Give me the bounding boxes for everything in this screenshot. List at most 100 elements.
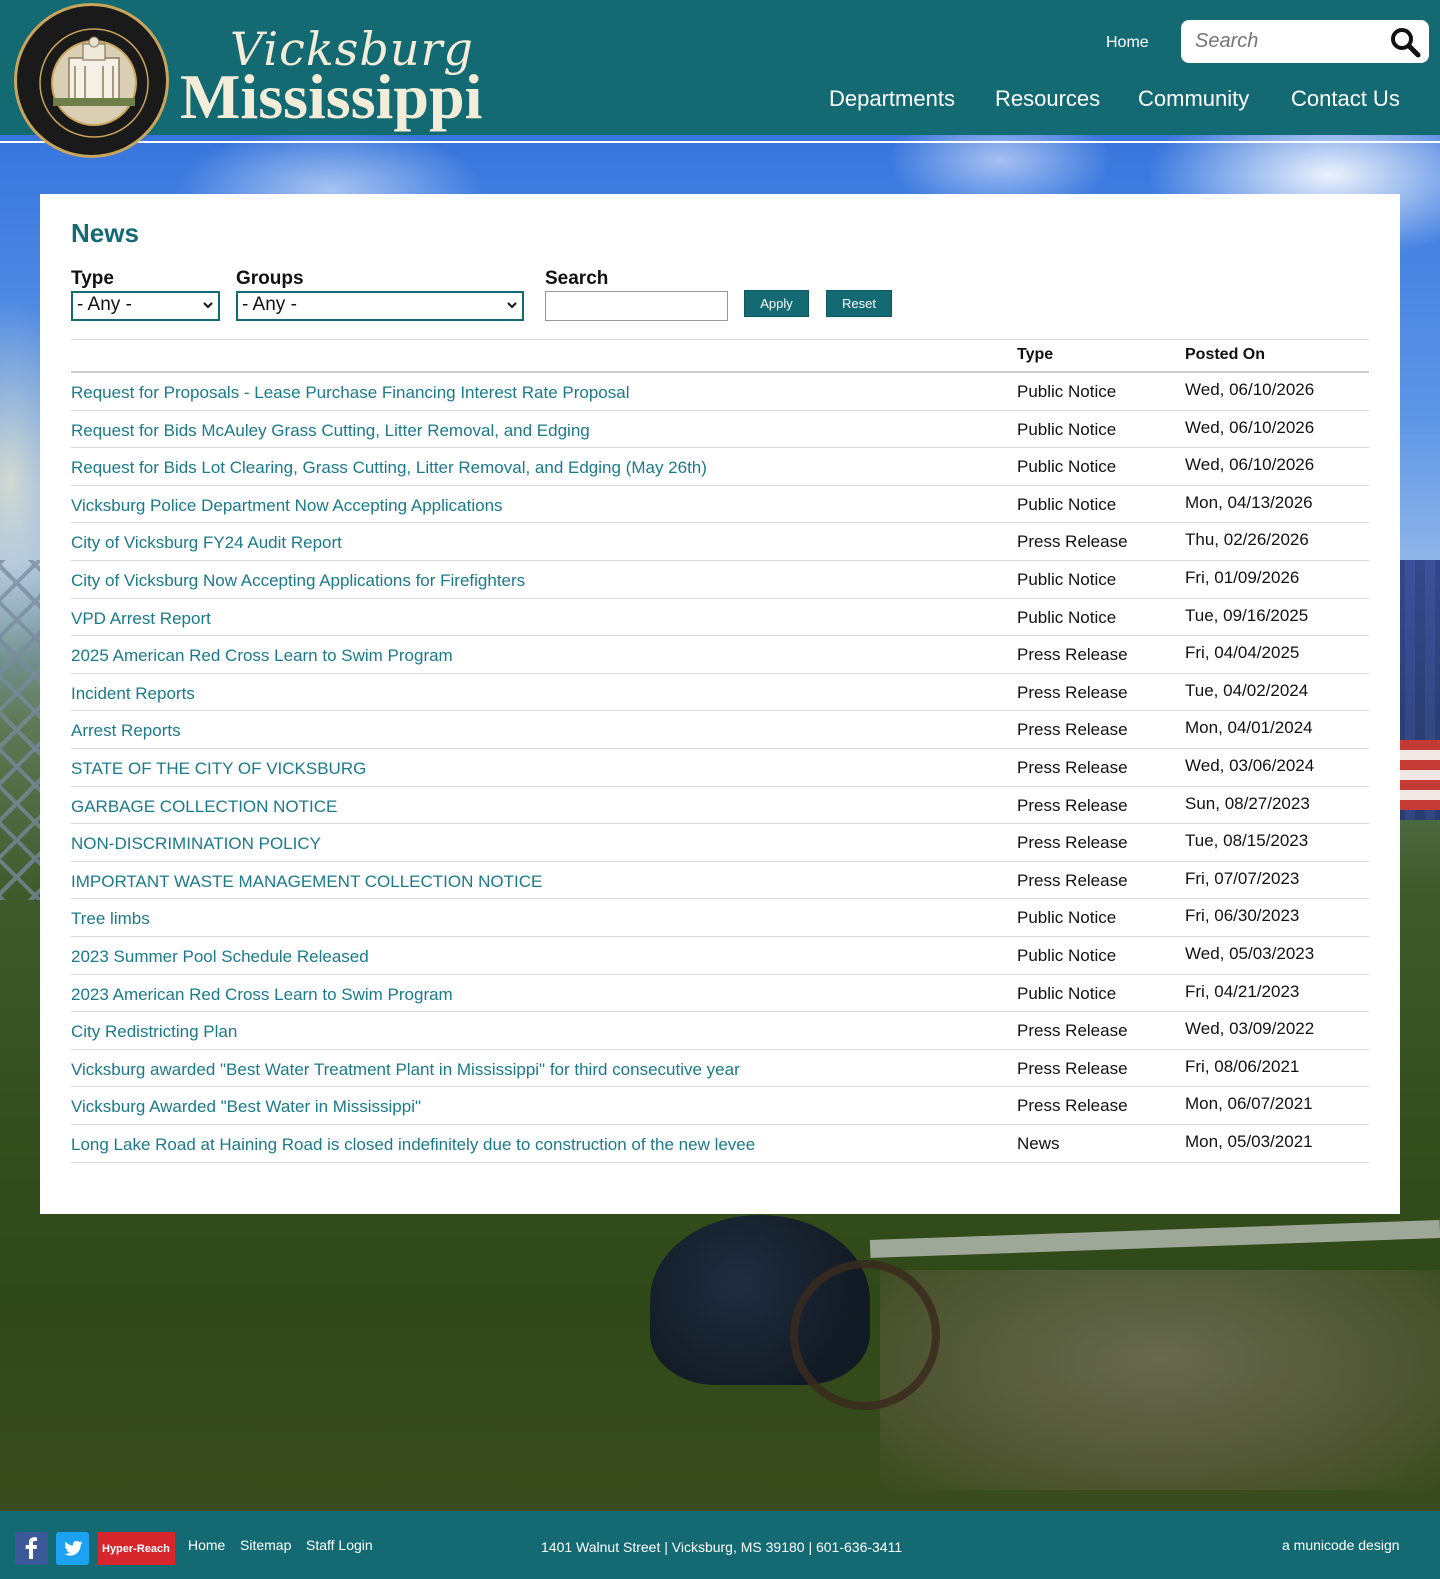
news-title-link[interactable]: 2023 Summer Pool Schedule Released — [71, 947, 369, 967]
table-top-divider — [71, 339, 1369, 340]
table-row: Tree limbs Public Notice Fri, 06/30/2023 — [71, 899, 1369, 937]
groups-filter-label: Groups — [236, 268, 304, 289]
news-title-link[interactable]: City Redistricting Plan — [71, 1022, 237, 1042]
nav-community[interactable]: Community — [1138, 86, 1249, 112]
news-title-link[interactable]: Incident Reports — [71, 684, 195, 704]
news-title-link[interactable]: Vicksburg Awarded "Best Water in Mississ… — [71, 1097, 421, 1117]
news-posted-date: Wed, 05/03/2023 — [1185, 944, 1315, 963]
news-type: Public Notice — [1017, 607, 1117, 627]
news-title-link[interactable]: NON-DISCRIMINATION POLICY — [71, 834, 321, 854]
table-row: IMPORTANT WASTE MANAGEMENT COLLECTION NO… — [71, 862, 1369, 900]
news-posted-date: Wed, 03/06/2024 — [1185, 756, 1315, 775]
facebook-icon[interactable] — [15, 1532, 48, 1565]
search-icon[interactable] — [1389, 26, 1421, 58]
news-title-link[interactable]: City of Vicksburg Now Accepting Applicat… — [71, 571, 525, 591]
logo-main-text[interactable]: Mississippi — [180, 60, 482, 134]
table-row: Long Lake Road at Haining Road is closed… — [71, 1125, 1369, 1163]
site-footer: Hyper-Reach Home Sitemap Staff Login 140… — [0, 1511, 1440, 1579]
news-title-link[interactable]: 2025 American Red Cross Learn to Swim Pr… — [71, 646, 453, 666]
twitter-icon[interactable] — [56, 1532, 89, 1565]
city-seal-logo[interactable] — [14, 3, 169, 158]
news-posted-date: Wed, 06/10/2026 — [1185, 417, 1315, 437]
nav-resources[interactable]: Resources — [995, 86, 1100, 112]
groups-select[interactable]: - Any - — [236, 291, 524, 321]
footer-credit-link[interactable]: a municode design — [1282, 1537, 1400, 1553]
table-row: Request for Bids McAuley Grass Cutting, … — [71, 411, 1369, 449]
news-title-link[interactable]: GARBAGE COLLECTION NOTICE — [71, 797, 337, 817]
site-header: Vicksburg Mississippi Home Departments R… — [0, 0, 1440, 135]
table-row: Vicksburg Police Department Now Acceptin… — [71, 486, 1369, 524]
news-type: Press Release — [1017, 833, 1128, 853]
news-title-link[interactable]: Arrest Reports — [71, 721, 181, 741]
footer-home-link[interactable]: Home — [188, 1537, 225, 1553]
news-posted-date: Fri, 04/04/2025 — [1185, 643, 1300, 663]
news-posted-date: Fri, 01/09/2026 — [1185, 568, 1300, 587]
type-select-value: - Any - — [77, 294, 132, 315]
news-posted-date: Wed, 06/10/2026 — [1185, 455, 1315, 475]
news-type: Press Release — [1017, 645, 1128, 665]
footer-address: 1401 Walnut Street | Vicksburg, MS 39180… — [541, 1539, 903, 1555]
news-type: Public Notice — [1017, 494, 1117, 514]
table-row: 2023 American Red Cross Learn to Swim Pr… — [71, 975, 1369, 1013]
news-posted-date: Thu, 02/26/2026 — [1185, 530, 1309, 550]
news-type: Press Release — [1017, 1021, 1128, 1041]
news-title-link[interactable]: VPD Arrest Report — [71, 609, 211, 629]
news-posted-date: Fri, 07/07/2023 — [1185, 868, 1300, 888]
hyper-reach-badge[interactable]: Hyper-Reach — [98, 1532, 175, 1565]
table-row: GARBAGE COLLECTION NOTICE Press Release Su… — [71, 787, 1369, 825]
header-search-input[interactable] — [1195, 28, 1381, 54]
nav-departments[interactable]: Departments — [829, 86, 955, 112]
reset-button[interactable]: Reset — [826, 290, 892, 317]
news-posted-date: Tue, 04/02/2024 — [1185, 680, 1309, 700]
apply-button[interactable]: Apply — [744, 290, 809, 317]
nav-contact-us[interactable]: Contact Us — [1291, 86, 1400, 112]
header-divider — [0, 141, 1440, 143]
background-bridge — [0, 560, 40, 900]
news-posted-date: Fri, 04/21/2023 — [1185, 981, 1300, 1001]
header-home-link[interactable]: Home — [1106, 34, 1149, 52]
news-panel: News Type - Any - Groups - Any - Search … — [40, 194, 1400, 1214]
table-row: Request for Bids Lot Clearing, Grass Cut… — [71, 448, 1369, 486]
news-type: Public Notice — [1017, 983, 1117, 1003]
groups-select-value: - Any - — [242, 294, 297, 315]
background-flag-stripes — [1400, 740, 1440, 810]
news-title-link[interactable]: Vicksburg Police Department Now Acceptin… — [71, 496, 503, 516]
table-row: VPD Arrest Report Public Notice Tue, 09/16… — [71, 599, 1369, 637]
column-header-posted-on: Posted On — [1185, 346, 1266, 363]
news-title-link[interactable]: Tree limbs — [71, 909, 150, 929]
news-type: Press Release — [1017, 682, 1128, 702]
type-select[interactable]: - Any - — [71, 291, 220, 321]
news-posted-date: Mon, 06/07/2021 — [1185, 1094, 1313, 1114]
news-title-link[interactable]: 2023 American Red Cross Learn to Swim Pr… — [71, 985, 453, 1005]
table-row: City of Vicksburg Now Accepting Applicat… — [71, 561, 1369, 599]
news-title-link[interactable]: Long Lake Road at Haining Road is closed… — [71, 1135, 755, 1155]
table-row: City of Vicksburg FY24 Audit Report Press… — [71, 523, 1369, 561]
news-posted-date: Tue, 09/16/2025 — [1185, 605, 1309, 625]
news-title-link[interactable]: Request for Proposals - Lease Purchase F… — [71, 383, 629, 403]
table-row: Vicksburg Awarded "Best Water in Mississ… — [71, 1087, 1369, 1125]
news-type: News — [1017, 1134, 1060, 1153]
news-posted-date: Wed, 06/10/2026 — [1185, 380, 1315, 399]
background-cannon-wheel — [790, 1260, 940, 1410]
news-posted-date: Mon, 05/03/2021 — [1185, 1132, 1313, 1151]
news-title-link[interactable]: City of Vicksburg FY24 Audit Report — [71, 533, 342, 553]
news-type: Public Notice — [1017, 570, 1117, 589]
news-posted-date: Sun, 08/27/2023 — [1185, 793, 1310, 813]
news-title-link[interactable]: IMPORTANT WASTE MANAGEMENT COLLECTION NO… — [71, 872, 542, 892]
footer-sitemap-link[interactable]: Sitemap — [240, 1537, 291, 1553]
news-title-link[interactable]: Request for Bids McAuley Grass Cutting, … — [71, 421, 590, 441]
news-posted-date: Tue, 08/15/2023 — [1185, 831, 1309, 851]
news-search-input[interactable] — [545, 291, 728, 321]
news-title-link[interactable]: STATE OF THE CITY OF VICKSBURG — [71, 759, 366, 779]
chevron-down-icon — [507, 302, 517, 309]
news-title-link[interactable]: Vicksburg awarded "Best Water Treatment … — [71, 1060, 740, 1080]
seal-emblem-icon — [39, 28, 149, 138]
news-type: Public Notice — [1017, 419, 1117, 439]
news-title-link[interactable]: Request for Bids Lot Clearing, Grass Cut… — [71, 458, 707, 478]
table-row: 2023 Summer Pool Schedule Released Public… — [71, 937, 1369, 975]
footer-staff-login-link[interactable]: Staff Login — [306, 1537, 373, 1553]
table-row: 2025 American Red Cross Learn to Swim Pr… — [71, 636, 1369, 674]
table-row: Vicksburg awarded "Best Water Treatment … — [71, 1050, 1369, 1088]
chevron-down-icon — [203, 302, 213, 309]
news-posted-date: Fri, 06/30/2023 — [1185, 906, 1300, 926]
